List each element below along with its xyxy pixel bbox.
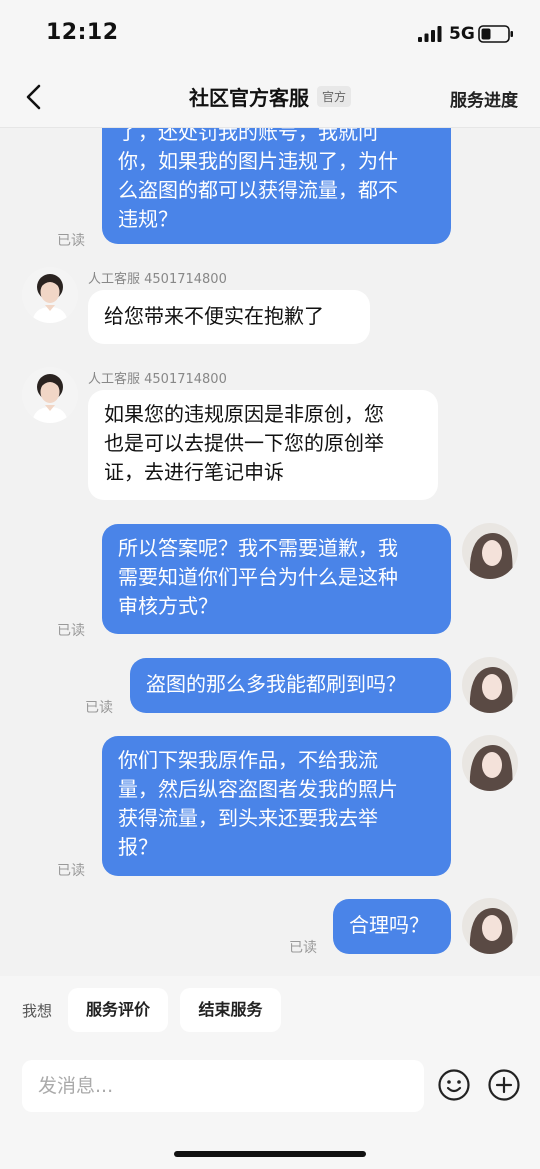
message-line: 合理吗？ <box>349 913 429 937</box>
user-avatar-image <box>462 657 518 713</box>
sender-name: 人工客服 4501714800 <box>88 372 227 387</box>
message-line: 证，去进行笔记申诉 <box>104 460 284 484</box>
user-avatar[interactable] <box>462 523 518 579</box>
signal-icon <box>418 26 442 42</box>
add-icon[interactable] <box>487 1068 521 1102</box>
message-line: 违规？ <box>118 207 178 231</box>
user-avatar[interactable] <box>462 735 518 791</box>
user-avatar-image <box>462 523 518 579</box>
emoji-icon[interactable] <box>437 1068 471 1102</box>
message-line: 需要知道你们平台为什么是这种 <box>118 565 398 589</box>
read-receipt: 已读 <box>57 623 85 639</box>
message-line: 报？ <box>118 835 158 859</box>
message-line: 所以答案呢？我不需要道歉，我 <box>118 536 398 560</box>
network-type: 5G <box>449 24 475 44</box>
message-line: 么盗图的都可以获得流量，都不 <box>118 178 398 202</box>
message-bubble-me[interactable]: 了，还处罚我的账号，我就问 你，如果我的图片违规了，为什 么盗图的都可以获得流量… <box>102 128 451 244</box>
bottom-panel: 我想 服务评价 结束服务 <box>0 976 540 1169</box>
message-line: 量，然后纵容盗图者发我的照片 <box>118 777 398 801</box>
agent-avatar[interactable] <box>22 367 78 423</box>
battery-icon <box>478 25 513 43</box>
read-receipt: 已读 <box>57 863 85 879</box>
message-line: 也是可以去提供一下您的原创举 <box>104 431 384 455</box>
message-line: 如果您的违规原因是非原创，您 <box>104 402 384 426</box>
message-line: 获得流量，到头来还要我去举 <box>118 806 378 830</box>
message-bubble-me[interactable]: 所以答案呢？我不需要道歉，我 需要知道你们平台为什么是这种 审核方式？ <box>102 524 451 634</box>
message-bubble-me[interactable]: 你们下架我原作品，不给我流 量，然后纵容盗图者发我的照片 获得流量，到头来还要我… <box>102 736 451 876</box>
message-input[interactable] <box>22 1060 424 1112</box>
message-line: 你，如果我的图片违规了，为什 <box>118 149 398 173</box>
user-avatar[interactable] <box>462 657 518 713</box>
message-input-wrap <box>22 1060 424 1112</box>
quick-actions-label: 我想 <box>22 1002 53 1020</box>
sender-name: 人工客服 4501714800 <box>88 272 227 287</box>
message-bubble-me[interactable]: 盗图的那么多我能都刷到吗？ <box>130 658 451 713</box>
end-service-button[interactable]: 结束服务 <box>180 988 281 1032</box>
status-time: 12:12 <box>46 20 119 45</box>
rate-service-button[interactable]: 服务评价 <box>68 988 168 1032</box>
user-avatar-image <box>462 735 518 791</box>
read-receipt: 已读 <box>85 700 113 716</box>
official-badge: 官方 <box>316 86 351 107</box>
read-receipt: 已读 <box>289 940 317 956</box>
status-bar: 12:12 5G <box>0 0 540 66</box>
nav-bar: 社区官方客服 官方 服务进度 <box>0 66 540 128</box>
message-bubble-agent[interactable]: 如果您的违规原因是非原创，您 也是可以去提供一下您的原创举 证，去进行笔记申诉 <box>88 390 438 500</box>
service-progress-link[interactable]: 服务进度 <box>450 86 518 111</box>
agent-avatar-image <box>22 267 78 323</box>
message-line: 审核方式？ <box>118 594 218 618</box>
message-line: 了，还处罚我的账号，我就问 <box>118 128 378 144</box>
message-bubble-me[interactable]: 合理吗？ <box>333 899 451 954</box>
page-title: 社区官方客服 <box>188 86 309 110</box>
agent-avatar-image <box>22 367 78 423</box>
message-line: 盗图的那么多我能都刷到吗？ <box>146 672 406 696</box>
home-indicator[interactable] <box>174 1151 366 1157</box>
chat-area[interactable]: 了，还处罚我的账号，我就问 你，如果我的图片违规了，为什 么盗图的都可以获得流量… <box>0 128 540 976</box>
agent-avatar[interactable] <box>22 267 78 323</box>
message-line: 给您带来不便实在抱歉了 <box>104 304 324 328</box>
message-line: 你们下架我原作品，不给我流 <box>118 748 378 772</box>
user-avatar-image <box>462 898 518 954</box>
read-receipt: 已读 <box>57 233 85 249</box>
message-bubble-agent[interactable]: 给您带来不便实在抱歉了 <box>88 290 370 344</box>
user-avatar[interactable] <box>462 898 518 954</box>
